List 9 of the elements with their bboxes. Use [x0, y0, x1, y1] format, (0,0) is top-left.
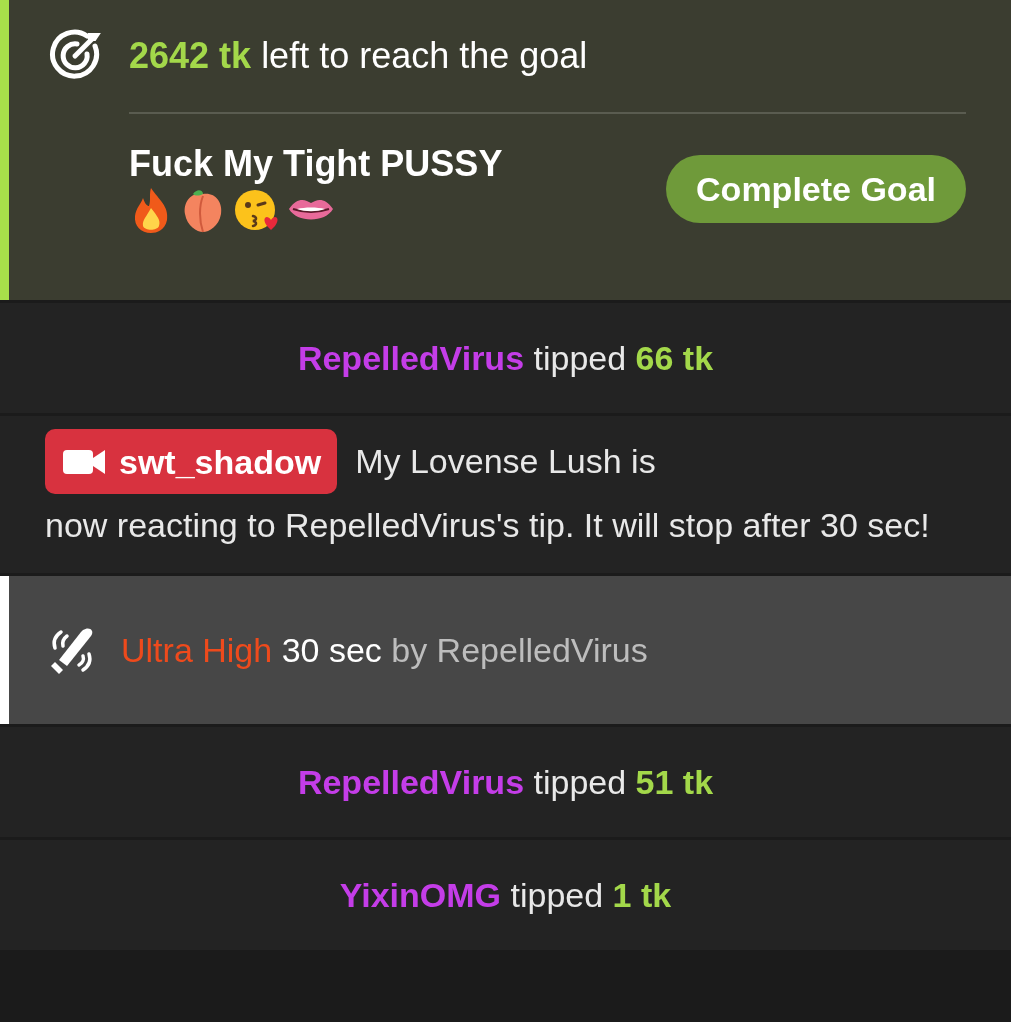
tip-notice: YixinOMG tipped 1 tk [339, 874, 672, 916]
chat-message: now reacting to RepelledVirus's tip. It will stop after 30 sec! [45, 505, 931, 546]
toy-activation-notice: Ultra High 30 sec by RepelledVirus [121, 629, 648, 671]
tip-notice: RepelledVirus tipped 66 tk [297, 337, 714, 379]
chat-message: My Lovense Lush is [355, 441, 656, 482]
complete-goal-button[interactable]: Complete Goal [666, 155, 966, 223]
goal-title: Fuck My Tight PUSSY [129, 144, 503, 184]
username-badge[interactable]: swt_shadow [45, 429, 338, 494]
tip-notice: RepelledVirus tipped 51 tk [297, 761, 714, 803]
